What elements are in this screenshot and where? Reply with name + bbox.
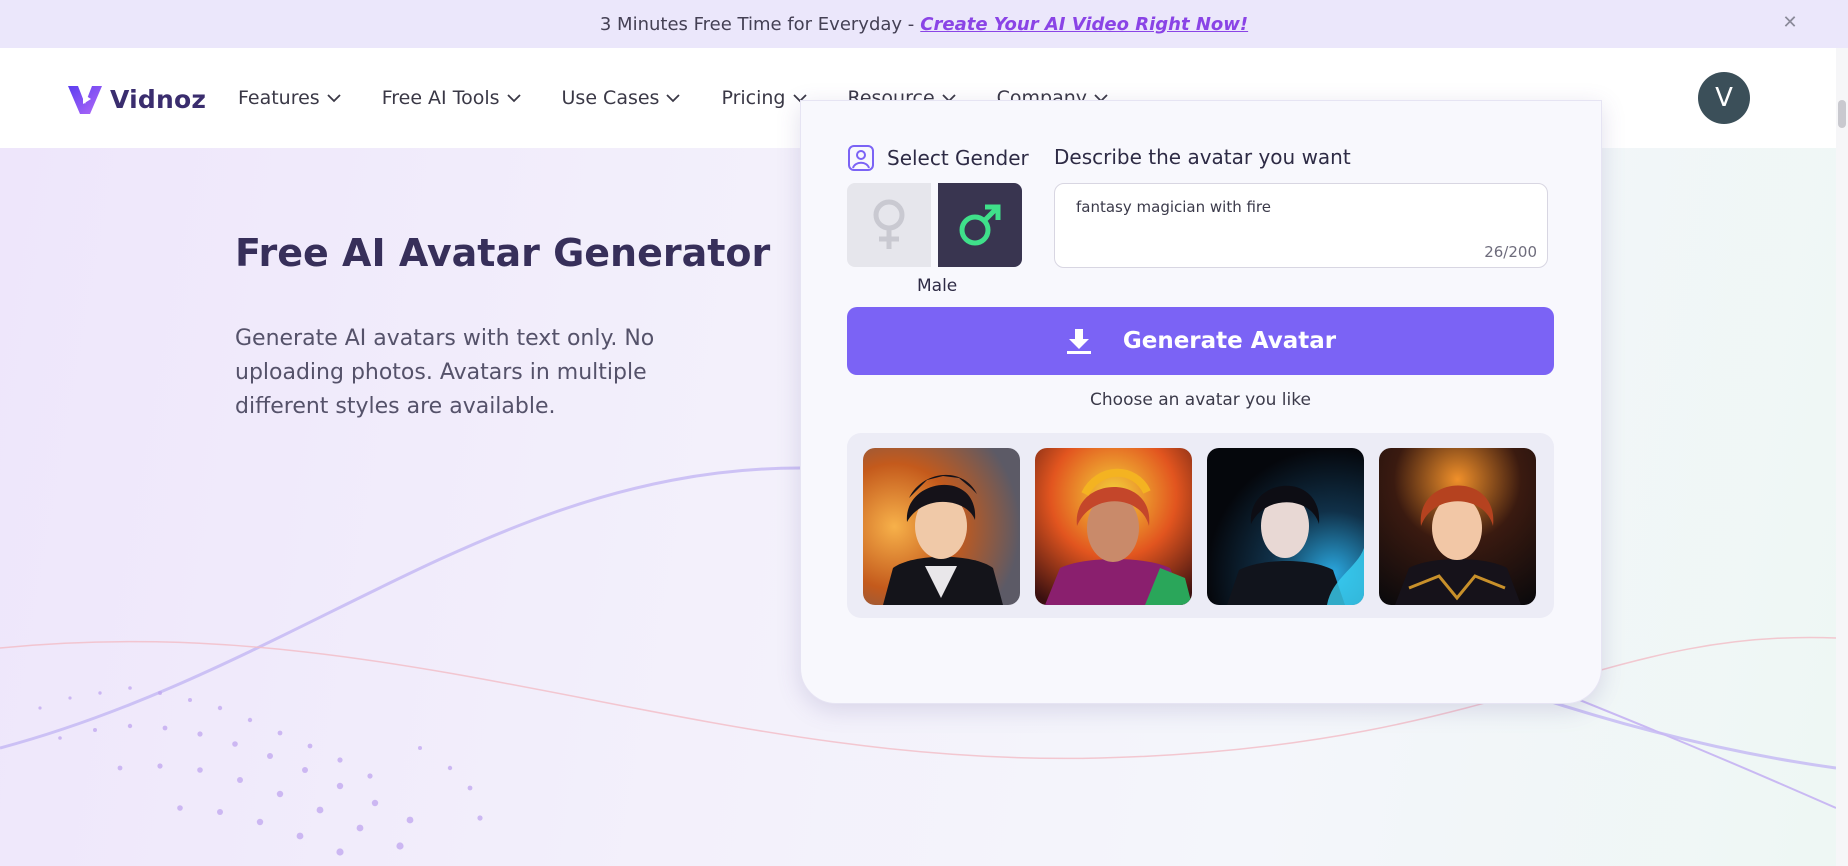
avatar-4-thumbnail[interactable] <box>1379 448 1536 605</box>
describe-label: Describe the avatar you want <box>1054 145 1351 169</box>
selected-gender-label: Male <box>917 276 958 296</box>
banner-link[interactable]: Create Your AI Video Right Now! <box>920 14 1248 35</box>
chevron-down-icon <box>666 94 681 103</box>
avatar-description-input[interactable]: fantasy magician with fire 26/200 <box>1054 183 1548 268</box>
logo-text: Vidnoz <box>110 84 207 114</box>
banner-text: 3 Minutes Free Time for Everyday - <box>599 13 915 35</box>
select-gender-text: Select Gender <box>887 146 1029 170</box>
avatar-2-thumbnail[interactable] <box>1035 448 1192 605</box>
chevron-down-icon <box>327 94 341 103</box>
choose-avatar-label: Choose an avatar you like <box>1090 390 1311 410</box>
generate-avatar-label: Generate Avatar <box>1122 328 1337 354</box>
gender-male-button[interactable] <box>938 183 1022 267</box>
nav-pricing[interactable]: Pricing <box>721 87 807 109</box>
user-icon <box>848 145 874 171</box>
close-icon[interactable]: ✕ <box>1780 13 1800 33</box>
avatar-1-thumbnail[interactable] <box>863 448 1020 605</box>
user-avatar[interactable]: V <box>1698 72 1750 124</box>
gender-female-button[interactable] <box>847 183 931 267</box>
scrollbar-thumb[interactable] <box>1838 100 1846 128</box>
avatar-gallery <box>847 433 1554 618</box>
nav-features[interactable]: Features <box>238 87 342 109</box>
hero-description: Generate AI avatars with text only. No u… <box>235 326 655 419</box>
nav-label: Pricing <box>721 87 786 109</box>
nav-label: Free AI Tools <box>381 87 500 109</box>
male-icon <box>959 204 1001 246</box>
select-gender-label: Select Gender <box>847 144 1029 172</box>
avatar-3-thumbnail[interactable] <box>1207 448 1364 605</box>
chevron-down-icon <box>506 94 521 103</box>
download-icon <box>1066 329 1091 354</box>
nav-use-cases[interactable]: Use Cases <box>562 87 682 109</box>
announcement-banner: 3 Minutes Free Time for Everyday - Creat… <box>0 0 1848 48</box>
nav-label: Use Cases <box>561 87 660 109</box>
logo[interactable]: Vidnoz <box>64 78 206 120</box>
prompt-text: fantasy magician with fire <box>1076 198 1271 216</box>
generate-avatar-button[interactable]: Generate Avatar <box>847 307 1554 375</box>
page-scrollbar[interactable] <box>1836 48 1848 866</box>
page-title: Free AI Avatar Generator <box>235 231 771 275</box>
female-icon <box>873 199 905 249</box>
nav-label: Features <box>238 87 320 109</box>
logo-icon <box>68 86 102 114</box>
nav-free-ai-tools[interactable]: Free AI Tools <box>382 87 522 109</box>
char-counter: 26/200 <box>1484 243 1537 261</box>
